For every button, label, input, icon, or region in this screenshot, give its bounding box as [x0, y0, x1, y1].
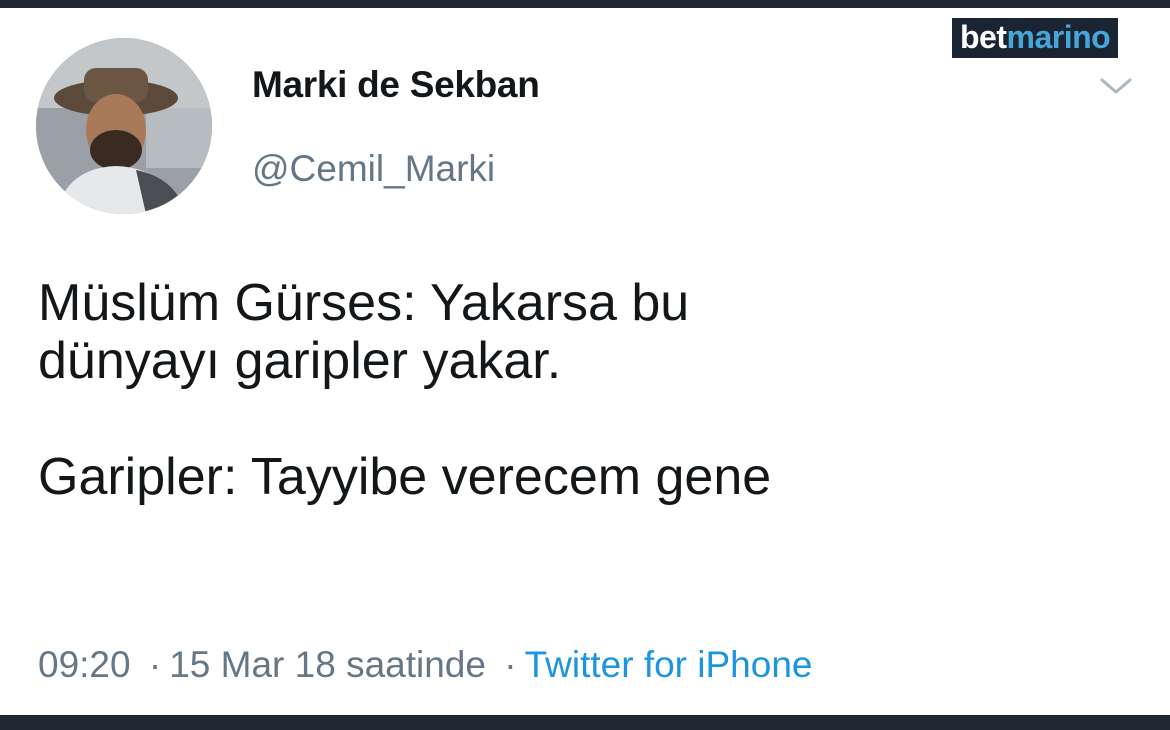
tweet-client-link[interactable]: Twitter for iPhone	[525, 644, 813, 685]
tweet-text: Müslüm Gürses: Yakarsa bu dünyayı garipl…	[38, 274, 772, 506]
tweet-date[interactable]: 15 Mar 18 saatinde	[169, 644, 486, 685]
meta-separator: ·	[504, 644, 517, 685]
bottom-frame	[0, 715, 1170, 730]
meta-separator: ·	[148, 644, 162, 685]
tweet-time[interactable]: 09:20	[38, 644, 131, 685]
profile-photo	[36, 38, 212, 214]
brand-part-1: bet	[960, 19, 1007, 55]
tweet-card: Marki de Sekban @Cemil_Marki betmarino M…	[0, 8, 1170, 715]
brand-part-2: marino	[1006, 19, 1111, 55]
brand-watermark: betmarino	[952, 18, 1119, 58]
avatar[interactable]	[36, 38, 212, 214]
tweet-meta: 09:20 · 15 Mar 18 saatinde · Twitter for i…	[38, 644, 812, 686]
chevron-down-icon[interactable]	[1098, 74, 1134, 98]
author-display-name[interactable]: Marki de Sekban	[252, 64, 540, 106]
author-handle[interactable]: @Cemil_Marki	[252, 148, 495, 190]
